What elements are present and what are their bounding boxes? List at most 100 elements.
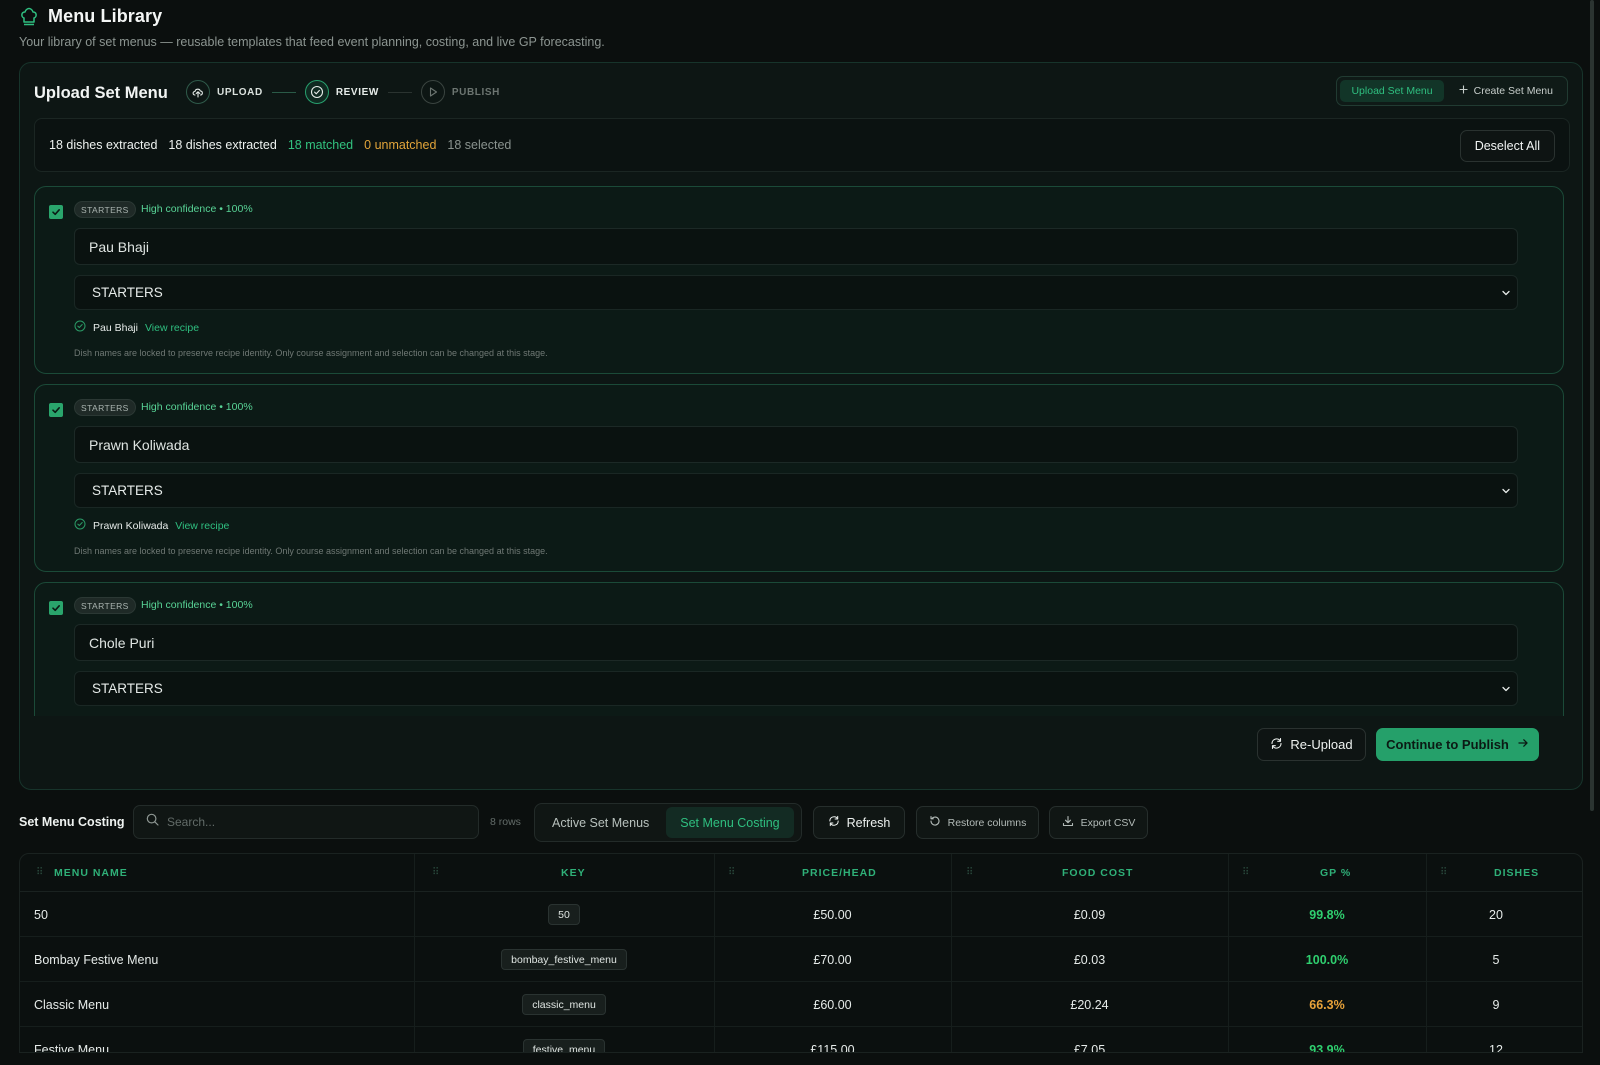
dish-select-checkbox[interactable] [49, 205, 63, 219]
view-recipe-link[interactable]: View recipe [175, 520, 229, 532]
table-row[interactable]: 50 50 £50.00 £0.09 99.8% 20 [20, 892, 1582, 937]
deselect-all-button[interactable]: Deselect All [1459, 130, 1555, 162]
key-pill: festive_menu [522, 1039, 606, 1052]
step-upload: UPLOAD [186, 80, 263, 104]
dishes-extracted-stat: 18 dishes extracted [168, 138, 277, 152]
gp-cell: 100.0% [1305, 952, 1349, 967]
drag-handle-icon[interactable]: ⠿ [966, 867, 973, 878]
table-row[interactable]: Festive Menu festive_menu £115.00 £7.05 … [20, 1027, 1582, 1053]
recipe-match-row: Prawn Koliwada View recipe [74, 518, 229, 533]
column-header-gp[interactable]: GP % [1320, 854, 1351, 892]
refresh-button[interactable]: Refresh [813, 806, 905, 839]
key-cell: festive_menu [414, 1027, 714, 1052]
chevron-down-icon [1500, 485, 1512, 500]
selected-stat: 18 selected [447, 138, 512, 152]
search-input[interactable] [167, 815, 457, 829]
restore-columns-label: Restore columns [947, 816, 1027, 829]
export-csv-label: Export CSV [1080, 816, 1136, 829]
create-set-menu-label: Create Set Menu [1473, 85, 1553, 97]
course-select[interactable]: STARTERS [74, 671, 1518, 706]
restore-columns-button[interactable]: Restore columns [916, 806, 1039, 839]
continue-to-publish-button[interactable]: Continue to Publish [1376, 728, 1539, 761]
drag-handle-icon[interactable]: ⠿ [36, 867, 43, 878]
step-connector [271, 91, 296, 93]
course-badge: STARTERS [74, 201, 136, 218]
costing-view-toggle: Active Set Menus Set Menu Costing [534, 803, 802, 842]
dish-name-field: Prawn Koliwada [74, 426, 1518, 463]
column-header-food-cost[interactable]: FOOD COST [1062, 854, 1133, 892]
key-cell: 50 [414, 892, 714, 937]
upload-set-menu-panel: Upload Set Menu UPLOAD REVIEW PUBLISH Up… [19, 62, 1583, 790]
column-header-price-head[interactable]: PRICE/HEAD [802, 854, 877, 892]
dishes-extracted-stat: 18 dishes extracted [49, 138, 158, 152]
play-icon [420, 80, 445, 104]
page-header: Menu Library Your library of set menus —… [19, 6, 605, 49]
upload-cloud-icon [186, 80, 210, 104]
re-upload-button[interactable]: Re-Upload [1257, 728, 1366, 761]
page-scrollbar[interactable] [1590, 0, 1594, 811]
check-circle-icon [304, 80, 329, 104]
course-select-value: STARTERS [92, 681, 163, 696]
costing-search[interactable] [133, 805, 479, 839]
dish-name-field: Pau Bhaji [74, 228, 1518, 265]
dish-lock-note: Dish names are locked to preserve recipe… [74, 348, 548, 358]
menu-library-page: Menu Library Your library of set menus —… [0, 0, 1600, 1065]
confidence-label: High confidence • 100% [141, 203, 253, 215]
drag-handle-icon[interactable]: ⠿ [1242, 867, 1249, 878]
recipe-match-row: Pau Bhaji View recipe [74, 320, 199, 335]
drag-handle-icon[interactable]: ⠿ [432, 867, 439, 878]
dish-lock-note: Dish names are locked to preserve recipe… [74, 546, 548, 556]
key-pill: classic_menu [522, 994, 606, 1015]
menu-name-cell: Bombay Festive Menu [34, 952, 159, 967]
create-set-menu-tab[interactable]: Create Set Menu [1448, 80, 1564, 102]
re-upload-label: Re-Upload [1290, 737, 1353, 752]
dish-select-checkbox[interactable] [49, 403, 63, 417]
upload-set-menu-tab[interactable]: Upload Set Menu [1340, 80, 1444, 102]
step-connector [387, 91, 412, 93]
dish-select-checkbox[interactable] [49, 601, 63, 615]
table-row[interactable]: Bombay Festive Menu bombay_festive_menu … [20, 937, 1582, 982]
table-row[interactable]: Classic Menu classic_menu £60.00 £20.24 … [20, 982, 1582, 1027]
gp-cell: 93.9% [1309, 1042, 1345, 1053]
refresh-icon [1270, 737, 1283, 753]
check-circle-icon [74, 320, 86, 335]
download-icon [1062, 815, 1074, 830]
step-review: REVIEW [304, 80, 379, 104]
step-label: REVIEW [335, 86, 379, 98]
key-cell: bombay_festive_menu [414, 937, 714, 982]
tab-set-menu-costing[interactable]: Set Menu Costing [666, 807, 794, 838]
extraction-stats-bar: 18 dishes extracted 18 dishes extracted … [34, 118, 1570, 172]
price-cell: £70.00 [813, 952, 852, 967]
tab-active-set-menus[interactable]: Active Set Menus [538, 807, 663, 838]
menu-name-cell: Festive Menu [34, 1042, 110, 1053]
dishes-cell: 9 [1492, 997, 1500, 1012]
costing-section-title: Set Menu Costing [19, 815, 125, 829]
chevron-down-icon [1500, 287, 1512, 302]
course-select[interactable]: STARTERS [74, 275, 1518, 310]
column-header-dishes[interactable]: DISHES [1494, 854, 1539, 892]
drag-handle-icon[interactable]: ⠿ [1440, 867, 1447, 878]
checkmark-icon [52, 209, 60, 216]
key-pill: 50 [548, 904, 580, 925]
food-cost-cell: £20.24 [1070, 997, 1109, 1012]
food-cost-cell: £0.09 [1073, 907, 1106, 922]
view-recipe-link[interactable]: View recipe [145, 322, 199, 334]
extracted-dish-list: STARTERS High confidence • 100% Pau Bhaj… [34, 186, 1564, 716]
column-header-key[interactable]: KEY [561, 854, 586, 892]
plus-icon [1459, 85, 1468, 97]
upload-mode-toggle: Upload Set Menu Create Set Menu [1336, 76, 1568, 106]
step-label: UPLOAD [217, 86, 263, 98]
rows-count: 8 rows [490, 816, 521, 828]
arrow-right-icon [1517, 737, 1529, 752]
dish-card: STARTERS High confidence • 100% Pau Bhaj… [34, 186, 1564, 374]
column-header-menu-name[interactable]: MENU NAME [54, 854, 128, 892]
gp-cell: 99.8% [1309, 907, 1345, 922]
page-title: Menu Library [48, 6, 163, 26]
unmatched-stat: 0 unmatched [364, 138, 437, 152]
drag-handle-icon[interactable]: ⠿ [728, 867, 735, 878]
export-csv-button[interactable]: Export CSV [1049, 806, 1148, 839]
food-cost-cell: £7.05 [1073, 1042, 1106, 1053]
continue-label: Continue to Publish [1386, 737, 1509, 752]
dishes-cell: 5 [1492, 952, 1500, 967]
course-select[interactable]: STARTERS [74, 473, 1518, 508]
